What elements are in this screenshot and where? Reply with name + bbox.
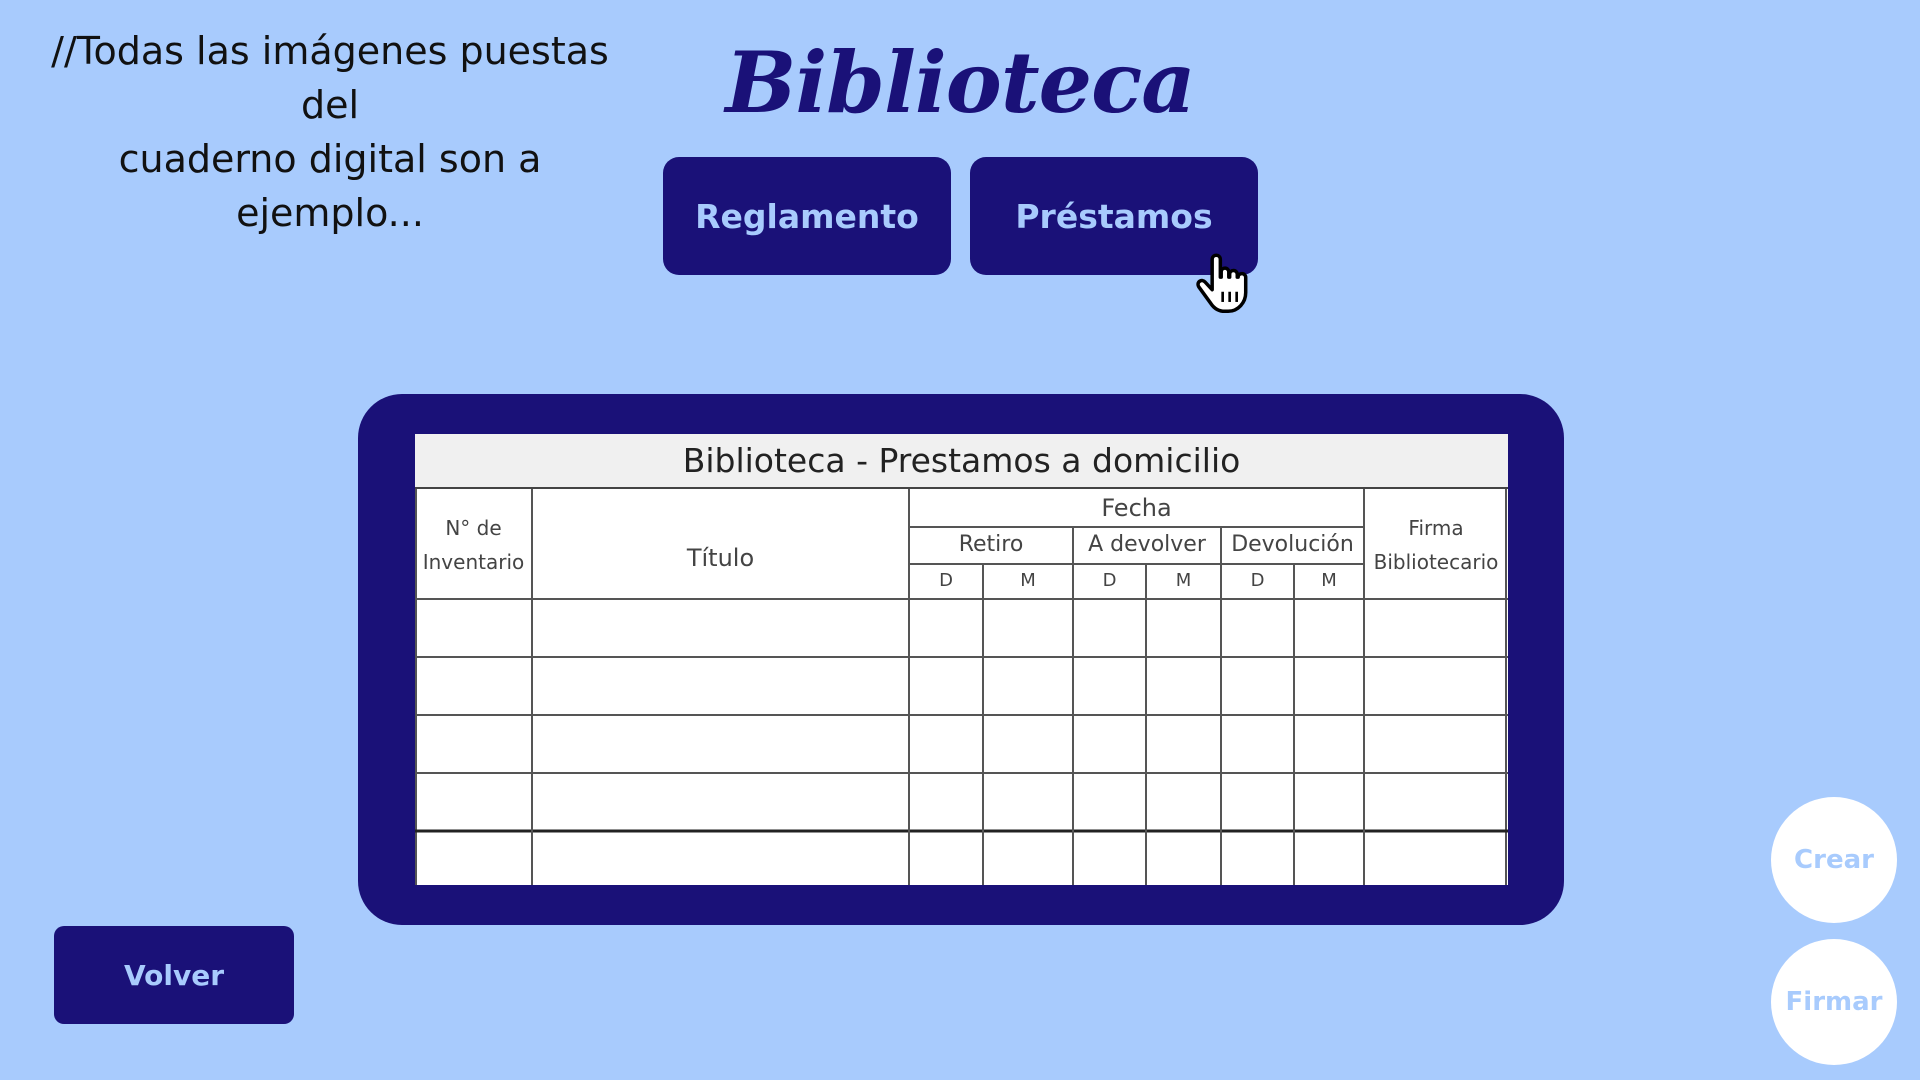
page-title: Biblioteca <box>725 33 1195 132</box>
header-a-devolver: A devolver <box>1088 532 1206 557</box>
reglamento-button[interactable]: Reglamento <box>663 157 951 275</box>
crear-button[interactable]: Crear <box>1771 797 1897 923</box>
header-inventario-line-1: N° de <box>445 516 502 540</box>
header-retiro-month: M <box>1020 570 1036 591</box>
header-titulo: Título <box>686 544 755 572</box>
info-note-line-2: cuaderno digital son a ejemplo... <box>118 137 542 235</box>
info-note-line-1: //Todas las imágenes puestas del <box>51 29 609 127</box>
header-devolucion-month: M <box>1321 570 1337 591</box>
header-devolucion: Devolución <box>1231 532 1354 557</box>
header-firma: Firma Bibliotecario <box>1364 511 1508 579</box>
header-firma-line-2: Bibliotecario <box>1373 550 1499 574</box>
header-firma-line-1: Firma <box>1408 516 1464 540</box>
header-fecha: Fecha <box>1101 494 1172 522</box>
header-a-devolver-day: D <box>1102 570 1117 591</box>
header-inventario: N° de Inventario <box>415 511 532 579</box>
loan-form-image: Biblioteca - Prestamos a domicilio N° de… <box>415 434 1508 885</box>
header-retiro: Retiro <box>958 532 1024 557</box>
header-a-devolver-month: M <box>1175 570 1192 591</box>
hand-pointer-icon <box>1196 253 1248 314</box>
firmar-button[interactable]: Firmar <box>1771 939 1897 1065</box>
header-devolucion-day: D <box>1250 570 1265 591</box>
header-inventario-line-2: Inventario <box>422 550 525 574</box>
form-title: Biblioteca - Prestamos a domicilio <box>415 434 1508 489</box>
info-note: //Todas las imágenes puestas del cuadern… <box>20 24 640 240</box>
header-retiro-day: D <box>939 570 953 591</box>
volver-button[interactable]: Volver <box>54 926 294 1024</box>
